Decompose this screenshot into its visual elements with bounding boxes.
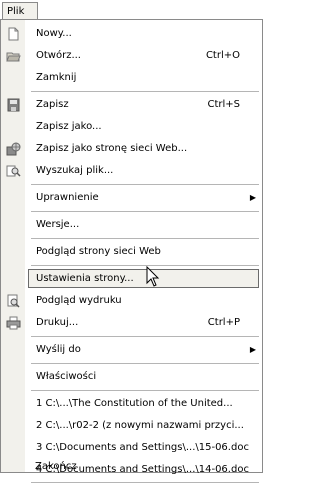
menu-item-label: Wersje... <box>36 219 80 230</box>
menu-item-label: Zapisz jako stronę sieci Web... <box>36 143 188 154</box>
save-as-web-icon <box>6 142 21 156</box>
menu-item-shortcut: Ctrl+S <box>207 99 240 110</box>
menu-item-label: Otwórz... <box>36 50 81 61</box>
menu-separator <box>31 211 259 212</box>
mouse-cursor-icon <box>146 266 160 287</box>
menu-item-save-as[interactable]: Zapisz jako... <box>1 116 262 138</box>
menu-bar: Plik <box>0 0 263 20</box>
menu-item-recent-file-3[interactable]: 3 C:\Documents and Settings\...\15-06.do… <box>1 437 262 459</box>
menu-item-label: 2 C:\...\r02-2 (z nowymi nazwami przyci.… <box>36 420 244 431</box>
menu-separator <box>31 336 259 337</box>
menu-item-label: Zapisz <box>36 99 69 110</box>
search-file-icon <box>6 165 21 177</box>
new-document-icon <box>8 27 19 41</box>
menu-file-tab[interactable]: Plik <box>2 2 38 20</box>
printer-icon <box>6 316 21 330</box>
menu-item-label: Zamknij <box>36 72 77 83</box>
menu-item-web-preview[interactable]: Podgląd strony sieci Web <box>1 241 262 263</box>
menu-item-send-to[interactable]: Wyślij do ▶ <box>1 339 262 361</box>
menu-item-open[interactable]: Otwórz... Ctrl+O <box>1 45 262 67</box>
menu-item-label: Uprawnienie <box>36 192 99 203</box>
menu-separator <box>31 363 259 364</box>
menu-separator <box>31 238 259 239</box>
menu-item-new[interactable]: Nowy... <box>1 23 262 45</box>
menu-item-label: Właściwości <box>36 371 97 382</box>
open-folder-icon <box>6 52 21 62</box>
menu-separator <box>31 184 259 185</box>
menu-item-shortcut: Ctrl+O <box>205 50 240 61</box>
menu-item-label: Podgląd wydruku <box>36 295 122 306</box>
print-preview-icon <box>7 294 20 308</box>
menu-item-search-file[interactable]: Wyszukaj plik... <box>1 160 262 182</box>
menu-item-close[interactable]: Zamknij <box>1 67 262 89</box>
menu-item-label: Wyszukaj plik... <box>36 165 114 176</box>
menu-item-label: Zakończ <box>35 461 77 472</box>
menu-item-recent-file-1[interactable]: 1 C:\...\The Constitution of the United.… <box>1 393 262 415</box>
submenu-arrow-icon: ▶ <box>249 345 256 354</box>
menu-item-versions[interactable]: Wersje... <box>1 214 262 236</box>
save-disk-icon <box>7 98 20 112</box>
menu-item-recent-file-2[interactable]: 2 C:\...\r02-2 (z nowymi nazwami przyci.… <box>1 415 262 437</box>
menu-separator <box>31 390 259 391</box>
menu-item-label: Ustawienia strony... <box>36 273 134 284</box>
menu-item-save-as-web[interactable]: Zapisz jako stronę sieci Web... <box>1 138 262 160</box>
menu-item-label: Drukuj... <box>36 317 79 328</box>
menu-separator <box>31 265 259 266</box>
menu-item-page-setup[interactable]: Ustawienia strony... <box>1 268 262 290</box>
menu-separator <box>31 91 259 92</box>
menu-item-label: Nowy... <box>36 28 72 39</box>
menu-item-properties[interactable]: Właściwości <box>1 366 262 388</box>
menu-item-shortcut: Ctrl+P <box>207 317 240 328</box>
file-menu-dropdown: Nowy... Otwórz... Ctrl+O Zamknij Zapisz … <box>0 19 263 483</box>
menu-item-save[interactable]: Zapisz Ctrl+S <box>1 94 262 116</box>
menu-item-label: Podgląd strony sieci Web <box>36 246 161 257</box>
submenu-arrow-icon: ▶ <box>249 193 256 202</box>
menu-item-label: Zapisz jako... <box>36 121 102 132</box>
menu-item-print-preview[interactable]: Podgląd wydruku <box>1 290 262 312</box>
menu-item-label: Wyślij do <box>36 344 81 355</box>
menu-item-label: 1 C:\...\The Constitution of the United.… <box>36 398 233 409</box>
menu-item-label: 3 C:\Documents and Settings\...\15-06.do… <box>36 442 249 453</box>
menu-item-print[interactable]: Drukuj... Ctrl+P <box>1 312 262 334</box>
menu-item-permission[interactable]: Uprawnienie ▶ <box>1 187 262 209</box>
menu-item-exit[interactable]: Zakończ <box>0 461 261 483</box>
